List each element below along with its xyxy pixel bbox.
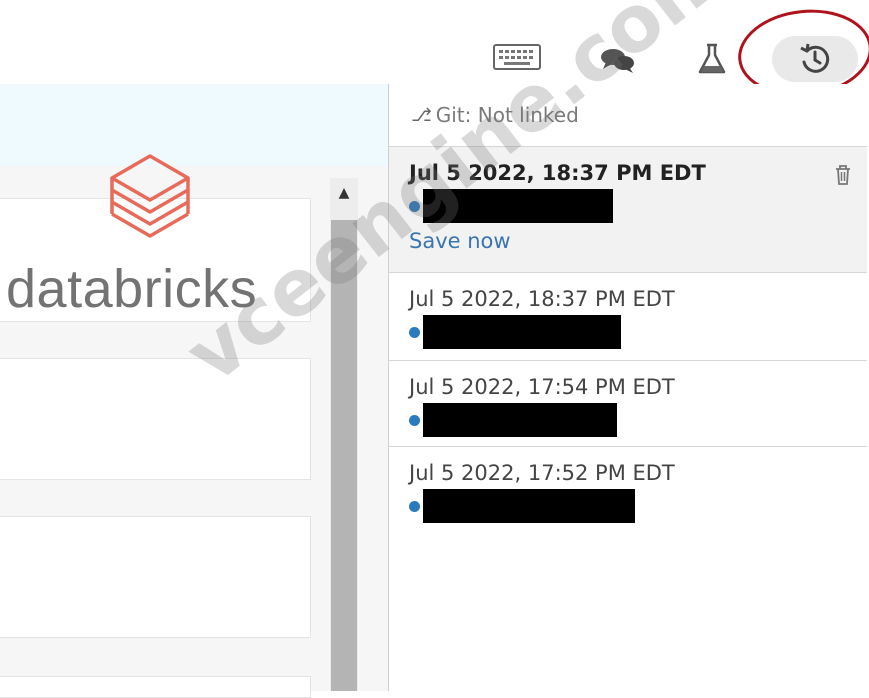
version-author — [409, 403, 867, 437]
git-status-row[interactable]: ⎇ Git: Not linked — [389, 84, 867, 147]
author-dot-icon — [409, 326, 420, 338]
notebook-cell[interactable] — [0, 358, 311, 480]
git-status-text: Git: Not linked — [435, 103, 579, 127]
author-dot-icon — [409, 500, 420, 512]
trash-icon[interactable] — [833, 163, 853, 187]
keyboard-icon[interactable] — [492, 42, 542, 72]
version-timestamp: Jul 5 2022, 18:37 PM EDT — [409, 287, 675, 311]
notebook-toolbar — [0, 0, 869, 103]
experiment-flask-icon[interactable] — [693, 40, 731, 78]
version-timestamp: Jul 5 2022, 17:52 PM EDT — [409, 461, 675, 485]
version-item[interactable]: Jul 5 2022, 18:37 PM EDT — [389, 273, 867, 361]
scroll-up-arrow-icon[interactable]: ▲ — [333, 180, 355, 206]
version-author — [409, 315, 867, 349]
version-item-current[interactable]: Jul 5 2022, 18:37 PM EDT Save now — [389, 147, 867, 273]
version-item[interactable]: Jul 5 2022, 17:52 PM EDT — [389, 447, 867, 533]
version-author — [409, 489, 867, 523]
scrollbar-thumb[interactable] — [331, 220, 357, 691]
version-author — [409, 189, 867, 223]
version-timestamp: Jul 5 2022, 18:37 PM EDT — [409, 161, 706, 185]
author-dot-icon — [409, 200, 420, 212]
revision-history-icon — [800, 43, 830, 73]
redacted-author — [423, 315, 621, 349]
author-dot-icon — [409, 414, 420, 426]
notebook-cell[interactable] — [0, 676, 311, 698]
redacted-author — [423, 403, 617, 437]
git-icon: ⎇ — [411, 104, 432, 126]
revision-history-panel: ⎇ Git: Not linked Jul 5 2022, 18:37 PM E… — [388, 84, 869, 691]
revision-history-button[interactable] — [772, 36, 858, 82]
databricks-logo-icon — [100, 150, 200, 250]
redacted-author — [423, 489, 635, 523]
version-timestamp: Jul 5 2022, 17:54 PM EDT — [409, 375, 675, 399]
save-now-link[interactable]: Save now — [409, 229, 511, 253]
version-item[interactable]: Jul 5 2022, 17:54 PM EDT — [389, 361, 867, 447]
databricks-wordmark: databricks — [6, 259, 258, 319]
comments-icon[interactable] — [596, 44, 640, 76]
notebook-cell[interactable] — [0, 516, 311, 638]
redacted-author — [423, 189, 613, 223]
